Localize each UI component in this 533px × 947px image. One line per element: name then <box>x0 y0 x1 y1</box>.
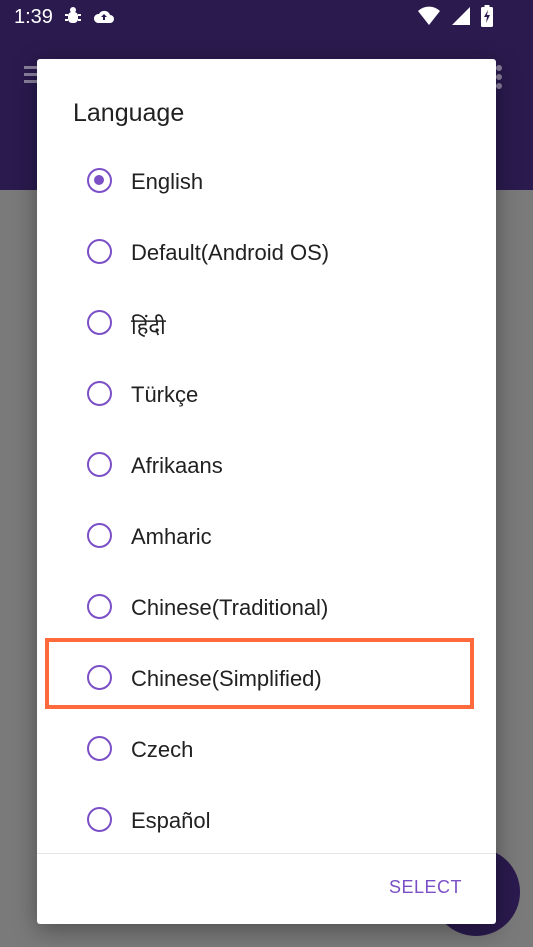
language-option-chinese-simplified[interactable]: Chinese(Simplified) <box>37 644 496 715</box>
radio-button[interactable] <box>87 381 112 406</box>
radio-dot <box>94 175 104 185</box>
status-icons-left <box>62 6 116 30</box>
radio-button[interactable] <box>87 594 112 619</box>
language-option-afrikaans[interactable]: Afrikaans <box>37 431 496 502</box>
language-option-turkish[interactable]: Türkçe <box>37 360 496 431</box>
option-label: हिंदी <box>131 314 166 339</box>
status-bar: 1:39 <box>0 0 533 36</box>
radio-button-selected[interactable] <box>87 168 112 193</box>
radio-button[interactable] <box>87 239 112 264</box>
signal-icon <box>451 6 471 31</box>
wifi-icon <box>417 6 441 31</box>
select-button[interactable]: SELECT <box>389 877 462 898</box>
radio-button[interactable] <box>87 310 112 335</box>
option-label: Default(Android OS) <box>131 240 330 265</box>
option-label: Amharic <box>131 524 212 549</box>
option-label: Czech <box>131 737 194 762</box>
radio-button[interactable] <box>87 665 112 690</box>
language-dialog: Language English Default(Android OS) हिं… <box>37 59 496 924</box>
language-option-czech[interactable]: Czech <box>37 715 496 786</box>
option-label: Chinese(Simplified) <box>131 666 322 691</box>
option-label: Español <box>131 808 211 833</box>
cloud-upload-icon <box>92 6 116 31</box>
status-icons-right <box>417 4 493 32</box>
radio-button[interactable] <box>87 452 112 477</box>
more-vert-icon[interactable] <box>495 64 503 90</box>
language-option-list[interactable]: English Default(Android OS) हिंदी Türkçe… <box>37 147 496 853</box>
radio-button[interactable] <box>87 807 112 832</box>
language-option-hindi[interactable]: हिंदी <box>37 289 496 360</box>
dialog-divider <box>37 853 496 854</box>
bug-notification-icon <box>62 5 84 32</box>
option-label: Chinese(Traditional) <box>131 595 329 620</box>
language-option-amharic[interactable]: Amharic <box>37 502 496 573</box>
option-label: Türkçe <box>131 382 199 407</box>
language-option-english[interactable]: English <box>37 147 496 218</box>
option-label: English <box>131 169 204 194</box>
dialog-title: Language <box>73 99 185 127</box>
battery-charging-icon <box>481 4 493 32</box>
language-option-espanol[interactable]: Español <box>37 786 496 853</box>
radio-button[interactable] <box>87 736 112 761</box>
language-option-default[interactable]: Default(Android OS) <box>37 218 496 289</box>
status-time: 1:39 <box>14 6 53 28</box>
language-option-chinese-traditional[interactable]: Chinese(Traditional) <box>37 573 496 644</box>
option-label: Afrikaans <box>131 453 223 478</box>
radio-button[interactable] <box>87 523 112 548</box>
